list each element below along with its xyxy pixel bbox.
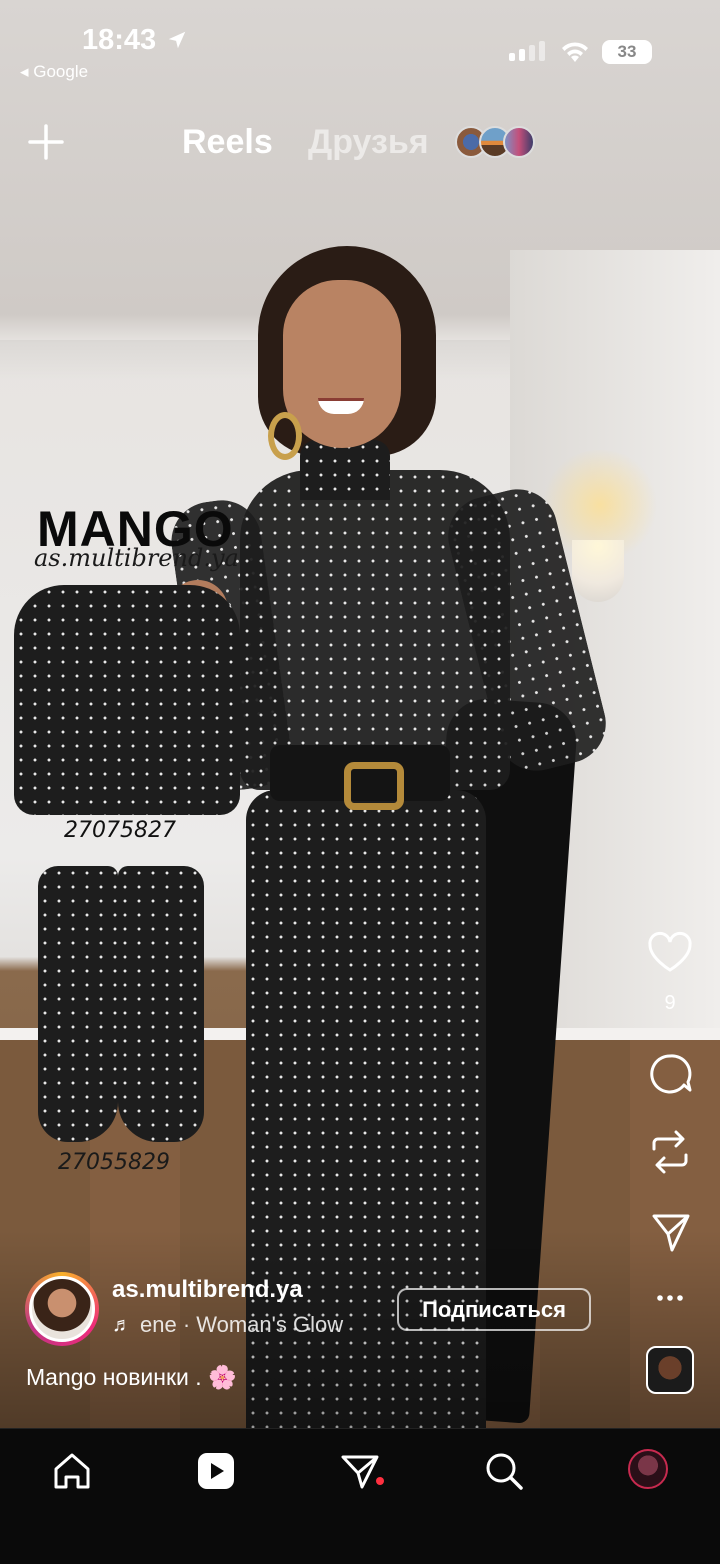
wall-lamp — [572, 540, 624, 602]
battery-indicator: 33 — [602, 40, 652, 64]
status-time: 18:43 — [82, 24, 157, 56]
friend-avatar — [503, 126, 535, 158]
model-collar — [300, 440, 390, 500]
author-avatar-image — [29, 1276, 95, 1342]
earring — [268, 412, 302, 460]
status-bar: 18:43 ◂ Google 33 — [0, 0, 720, 90]
location-arrow-icon — [168, 31, 186, 49]
handle-overlay: as.multibrend.ya — [34, 544, 239, 572]
product-code-pants: 27055829 — [58, 1150, 170, 1175]
reel-video[interactable]: MANGO as.multibrend.ya 27075827 27055829 — [0, 0, 720, 1428]
bottom-tab-bar — [0, 1428, 720, 1564]
home-icon[interactable] — [50, 1449, 94, 1493]
notification-dot — [376, 1477, 384, 1485]
profile-avatar[interactable] — [628, 1449, 668, 1489]
tab-friends[interactable]: Друзья — [308, 123, 429, 162]
heart-icon[interactable] — [640, 930, 700, 974]
product-blouse — [14, 585, 240, 815]
reels-icon[interactable] — [194, 1449, 238, 1493]
music-note-icon: ♬ — [112, 1314, 132, 1336]
product-pants-left-leg — [38, 866, 118, 1142]
belt-buckle — [344, 762, 404, 810]
model-blouse — [240, 470, 510, 790]
more-icon[interactable] — [640, 1290, 700, 1306]
back-to-app-link[interactable]: ◂ Google — [20, 62, 88, 82]
follow-button[interactable]: Подписаться — [397, 1288, 591, 1331]
friends-avatars[interactable] — [455, 126, 535, 158]
model-face — [283, 280, 401, 448]
product-pants-right-leg — [118, 866, 204, 1142]
author-username[interactable]: as.multibrend.ya — [112, 1276, 303, 1304]
wifi-icon — [562, 42, 588, 62]
author-avatar[interactable] — [25, 1272, 99, 1346]
search-icon[interactable] — [482, 1449, 526, 1493]
share-icon[interactable] — [640, 1210, 700, 1254]
repost-icon[interactable] — [640, 1127, 700, 1177]
audio-track[interactable]: ene · Woman's Glow — [140, 1312, 343, 1338]
product-code-blouse: 27075827 — [64, 818, 176, 843]
bottom-shade — [0, 1230, 720, 1428]
cellular-signal-icon — [509, 41, 545, 61]
like-count: 9 — [664, 992, 676, 1014]
comment-icon[interactable] — [640, 1052, 700, 1096]
messages-icon[interactable] — [338, 1449, 382, 1493]
post-caption[interactable]: Mango новинки . 🌸 — [26, 1364, 237, 1391]
tab-reels[interactable]: Reels — [182, 123, 273, 162]
create-plus-icon[interactable] — [28, 124, 64, 160]
audio-thumbnail[interactable] — [646, 1346, 694, 1394]
